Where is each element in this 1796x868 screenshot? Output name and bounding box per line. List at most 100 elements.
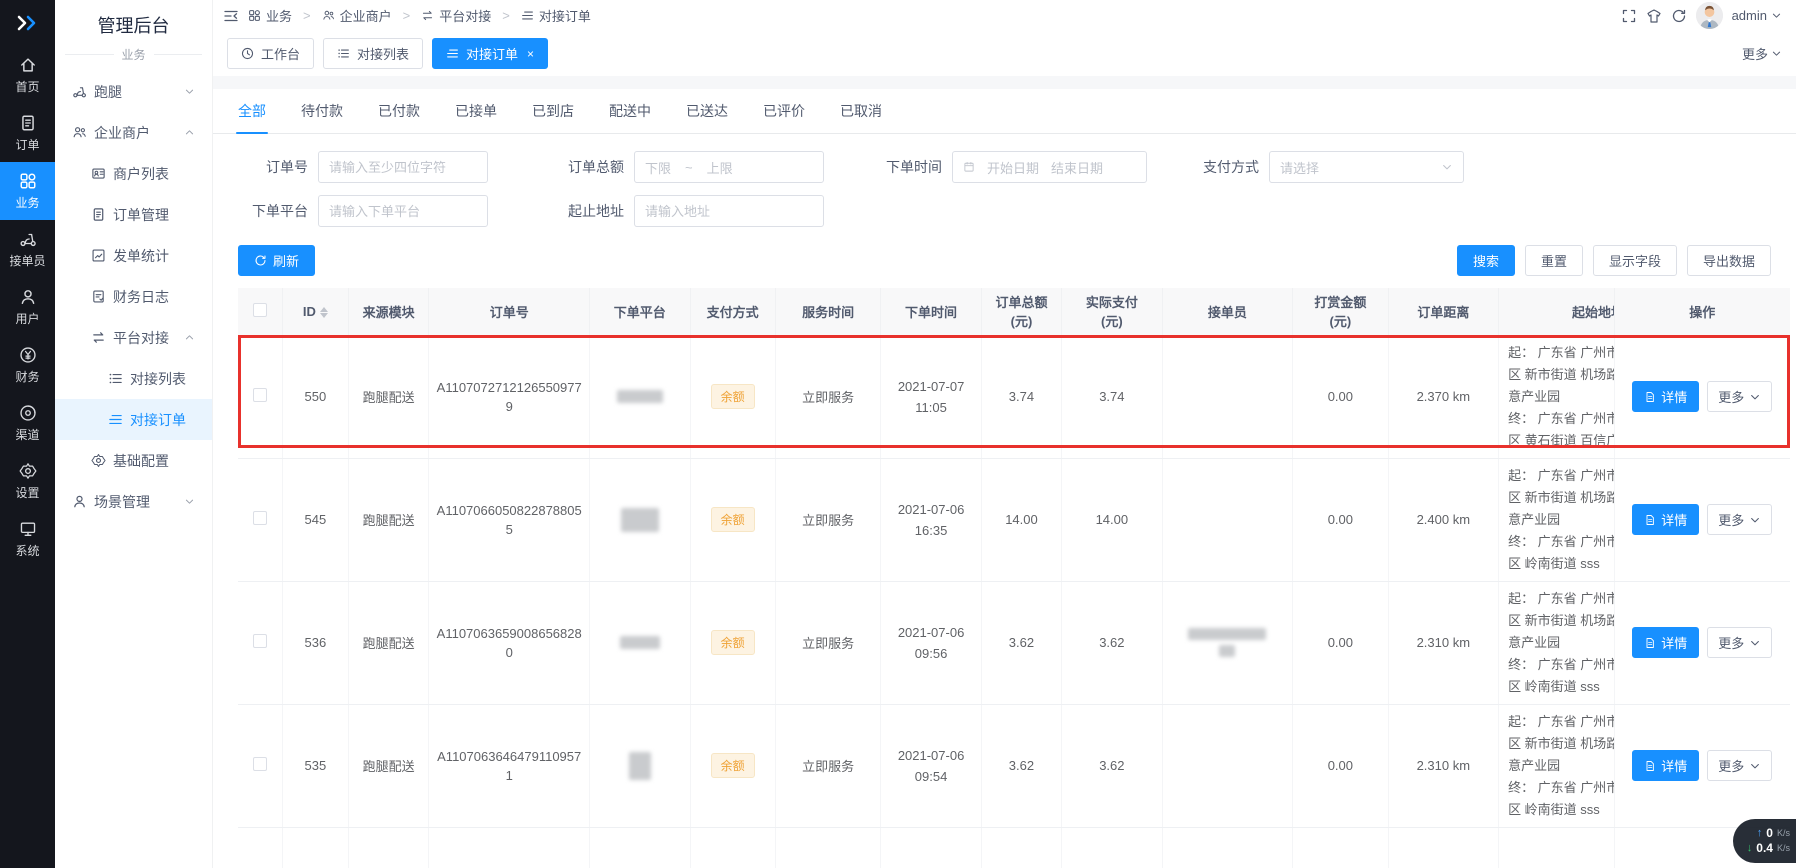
export-data-button[interactable]: 导出数据	[1687, 245, 1771, 276]
rail-item-label: 财务	[15, 368, 39, 385]
scooter-icon	[19, 230, 37, 248]
order-total-range-input[interactable]: 下限 ~ 上限	[634, 151, 824, 183]
sidebar-item-integration-orders[interactable]: 对接订单	[55, 399, 212, 440]
table-row: 550 跑腿配送 A11070727121265509779 余额 立即服务 2…	[238, 335, 1790, 458]
sidebar-item-order-management[interactable]: 订单管理	[55, 194, 212, 235]
collapse-sidebar-icon[interactable]	[223, 8, 239, 24]
rail-item-home[interactable]: 首页	[0, 46, 55, 104]
cell-order-no: A11070727121265509779	[434, 378, 584, 416]
channel-icon	[19, 404, 37, 422]
row-checkbox[interactable]	[253, 388, 267, 402]
detail-button[interactable]: 详情	[1632, 750, 1699, 781]
main-area: 业务 > 企业商户 > 平台对接 > 对接订单 admin 工作台 对接列表 对…	[213, 0, 1796, 868]
rail-item-finance[interactable]: 财务	[0, 336, 55, 394]
status-tab-accepted[interactable]: 已接单	[455, 89, 497, 133]
home-icon	[19, 56, 37, 74]
sidebar-item-base-config[interactable]: 基础配置	[55, 440, 212, 481]
rail-item-settings[interactable]: 设置	[0, 452, 55, 510]
sidebar-item-integration-list[interactable]: 对接列表	[55, 358, 212, 399]
chart-icon	[91, 248, 106, 263]
status-tab-all[interactable]: 全部	[238, 89, 266, 133]
users-icon	[72, 125, 87, 140]
rail-item-label: 用户	[15, 310, 39, 327]
row-checkbox[interactable]	[253, 634, 267, 648]
page-tab-bar: 工作台 对接列表 对接订单× 更多	[213, 31, 1796, 76]
detail-button[interactable]: 详情	[1632, 627, 1699, 658]
clock-icon	[241, 47, 254, 60]
chevron-down-icon	[1441, 161, 1453, 173]
table-header-row: ID 来源模块 订单号 下单平台 支付方式 服务时间 下单时间 订单总额 (元)…	[238, 288, 1790, 335]
more-button[interactable]: 更多	[1707, 627, 1772, 658]
theme-skin-icon[interactable]	[1646, 8, 1662, 24]
cell-id: 545	[282, 458, 348, 581]
cell-tip: 0.00	[1293, 704, 1388, 827]
rail-item-channels[interactable]: 渠道	[0, 394, 55, 452]
tabs-more-dropdown[interactable]: 更多	[1742, 44, 1782, 63]
scooter-icon	[72, 84, 87, 99]
app-logo[interactable]	[0, 0, 55, 46]
header-id[interactable]: ID	[282, 288, 348, 335]
status-tab-paid[interactable]: 已付款	[378, 89, 420, 133]
tab-workbench[interactable]: 工作台	[227, 38, 314, 69]
more-button[interactable]: 更多	[1707, 381, 1772, 412]
detail-button[interactable]: 详情	[1632, 504, 1699, 535]
sidebar-item-merchant-list[interactable]: 商户列表	[55, 153, 212, 194]
fullscreen-icon[interactable]	[1621, 8, 1637, 24]
select-all-checkbox[interactable]	[253, 303, 267, 317]
cell-total: 3.74	[981, 335, 1061, 458]
row-checkbox[interactable]	[253, 511, 267, 525]
sidebar-item-platform-integration[interactable]: 平台对接	[55, 317, 212, 358]
cell-courier	[1162, 335, 1293, 458]
chevron-down-icon	[1749, 391, 1761, 403]
refresh-button[interactable]: 刷新	[238, 245, 315, 276]
cell-source: 跑腿配送	[348, 704, 428, 827]
cell-platform-redacted	[590, 704, 690, 827]
detail-button[interactable]: 详情	[1632, 381, 1699, 412]
sidebar-item-paotui[interactable]: 跑腿	[55, 71, 212, 112]
end-date-placeholder: 结束日期	[1051, 158, 1103, 177]
sidebar-item-enterprise-merchant[interactable]: 企业商户	[55, 112, 212, 153]
chevron-down-icon	[1771, 48, 1782, 59]
breadcrumb-enterprise-merchant[interactable]: 企业商户	[322, 6, 392, 25]
more-button[interactable]: 更多	[1707, 750, 1772, 781]
sidebar-item-dispatch-stats[interactable]: 发单统计	[55, 235, 212, 276]
refresh-icon[interactable]	[1671, 8, 1687, 24]
sidebar-item-scene-management[interactable]: 场景管理	[55, 481, 212, 522]
rail-item-system[interactable]: 系统	[0, 510, 55, 568]
row-checkbox[interactable]	[253, 757, 267, 771]
breadcrumb-business[interactable]: 业务	[248, 6, 292, 25]
avatar[interactable]	[1696, 2, 1723, 29]
breadcrumb-platform-integration[interactable]: 平台对接	[421, 6, 491, 25]
address-input[interactable]	[634, 195, 824, 227]
show-fields-button[interactable]: 显示字段	[1593, 245, 1677, 276]
status-tab-cancelled[interactable]: 已取消	[840, 89, 882, 133]
search-button[interactable]: 搜索	[1457, 245, 1515, 276]
date-range-input[interactable]: 开始日期 结束日期	[952, 151, 1147, 183]
order-no-label: 订单号	[238, 157, 308, 177]
close-tab-icon[interactable]: ×	[527, 47, 534, 61]
chevron-down-icon	[1749, 637, 1761, 649]
tab-integration-list[interactable]: 对接列表	[323, 38, 423, 69]
rail-item-users[interactable]: 用户	[0, 278, 55, 336]
status-tab-reviewed[interactable]: 已评价	[763, 89, 805, 133]
rail-item-orders[interactable]: 订单	[0, 104, 55, 162]
tab-integration-orders[interactable]: 对接订单×	[432, 38, 548, 69]
sidebar-item-finance-log[interactable]: 财务日志	[55, 276, 212, 317]
app-root: 首页 订单 业务 接单员 用户 财务 渠道 设置 系统 管理后台 业务 跑腿 企…	[0, 0, 1796, 868]
sort-icon[interactable]	[320, 307, 328, 318]
more-button[interactable]: 更多	[1707, 504, 1772, 535]
pay-method-label: 支付方式	[1189, 157, 1259, 177]
user-menu[interactable]: admin	[1732, 8, 1782, 23]
status-tab-delivering[interactable]: 配送中	[609, 89, 651, 133]
pay-method-select[interactable]: 请选择	[1269, 151, 1464, 183]
rail-item-couriers[interactable]: 接单员	[0, 220, 55, 278]
platform-input[interactable]	[318, 195, 488, 227]
status-tab-delivered[interactable]: 已送达	[686, 89, 728, 133]
status-tab-pending-payment[interactable]: 待付款	[301, 89, 343, 133]
order-total-label: 订单总额	[554, 157, 624, 177]
breadcrumb-integration-orders[interactable]: 对接订单	[521, 6, 591, 25]
order-no-input[interactable]	[318, 151, 488, 183]
rail-item-business[interactable]: 业务	[0, 162, 55, 220]
reset-button[interactable]: 重置	[1525, 245, 1583, 276]
status-tab-arrived-store[interactable]: 已到店	[532, 89, 574, 133]
